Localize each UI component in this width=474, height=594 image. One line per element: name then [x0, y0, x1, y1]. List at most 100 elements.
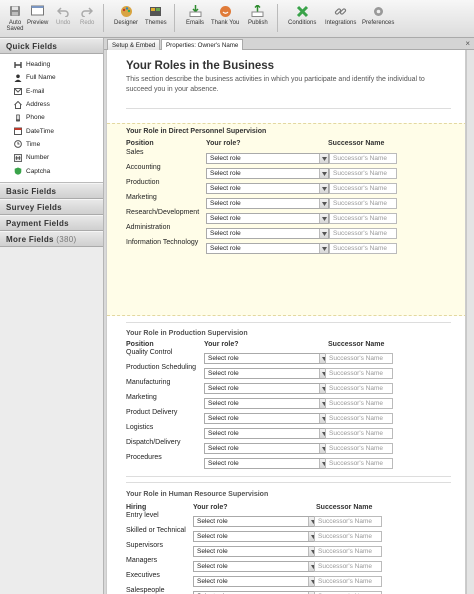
- row-label: Product Delivery: [126, 409, 178, 416]
- successor-name-input[interactable]: Successor's Name: [325, 353, 393, 364]
- chevron-down-icon[interactable]: [319, 214, 328, 223]
- successor-name-input[interactable]: Successor's Name: [329, 243, 397, 254]
- successor-name-input[interactable]: Successor's Name: [314, 516, 382, 527]
- role-select[interactable]: Select role: [204, 398, 329, 409]
- successor-name-input[interactable]: Successor's Name: [325, 458, 393, 469]
- role-select-value: Select role: [208, 460, 239, 467]
- form-section: Your Role in Direct Personnel Supervisio…: [107, 123, 465, 316]
- column-header-position: Position: [126, 341, 154, 348]
- integrations-label: Integrations: [325, 20, 357, 26]
- successor-placeholder: Successor's Name: [329, 445, 383, 452]
- more-fields-count: (380): [56, 234, 77, 244]
- role-select[interactable]: Select role: [204, 443, 329, 454]
- successor-name-input[interactable]: Successor's Name: [329, 213, 397, 224]
- basic-fields-header[interactable]: Basic Fields: [0, 182, 103, 199]
- sidebar-item-label: Heading: [26, 61, 51, 69]
- role-select[interactable]: Select role: [193, 561, 318, 572]
- successor-name-input[interactable]: Successor's Name: [325, 443, 393, 454]
- thank-you-button[interactable]: Thank You: [211, 4, 239, 26]
- integrations-button[interactable]: Integrations: [325, 4, 356, 26]
- role-select[interactable]: Select role: [193, 531, 318, 542]
- chevron-down-icon[interactable]: [319, 184, 328, 193]
- column-header-successor: Successor Name: [328, 341, 385, 348]
- sidebar-item-phone[interactable]: Phone: [0, 111, 103, 124]
- successor-name-input[interactable]: Successor's Name: [314, 576, 382, 587]
- role-select[interactable]: Select role: [204, 428, 329, 439]
- sidebar-item-email[interactable]: E-mail: [0, 85, 103, 98]
- role-select[interactable]: Select role: [206, 168, 329, 179]
- role-select[interactable]: Select role: [193, 516, 318, 527]
- role-select[interactable]: Select role: [206, 153, 329, 164]
- successor-name-input[interactable]: Successor's Name: [329, 198, 397, 209]
- chevron-down-icon[interactable]: [319, 244, 328, 253]
- role-select-value: Select role: [197, 518, 228, 525]
- quick-fields-header[interactable]: Quick Fields: [0, 38, 103, 54]
- successor-name-input[interactable]: Successor's Name: [314, 546, 382, 557]
- themes-button[interactable]: Themes: [145, 4, 167, 26]
- successor-name-input[interactable]: Successor's Name: [325, 413, 393, 424]
- successor-name-input[interactable]: Successor's Name: [325, 383, 393, 394]
- sidebar-item-address[interactable]: Address: [0, 98, 103, 111]
- successor-name-input[interactable]: Successor's Name: [329, 168, 397, 179]
- row-label: Production Scheduling: [126, 364, 197, 371]
- role-select[interactable]: Select role: [206, 198, 329, 209]
- email-icon: [188, 4, 202, 18]
- undo-button[interactable]: Undo: [56, 4, 70, 26]
- tab-setup-embed[interactable]: Setup & Embed: [107, 39, 161, 50]
- role-select[interactable]: Select role: [206, 183, 329, 194]
- role-select[interactable]: Select role: [204, 458, 329, 469]
- successor-name-input[interactable]: Successor's Name: [329, 183, 397, 194]
- successor-name-input[interactable]: Successor's Name: [314, 531, 382, 542]
- role-select[interactable]: Select role: [193, 576, 318, 587]
- successor-name-input[interactable]: Successor's Name: [325, 398, 393, 409]
- close-icon[interactable]: ×: [465, 39, 470, 48]
- undo-label: Undo: [56, 20, 71, 26]
- role-select-value: Select role: [197, 548, 228, 555]
- successor-name-input[interactable]: Successor's Name: [329, 153, 397, 164]
- role-select-value: Select role: [197, 578, 228, 585]
- tab-properties[interactable]: Properties: Owner's Name: [161, 39, 244, 50]
- conditions-button[interactable]: Conditions: [288, 4, 316, 26]
- role-select[interactable]: Select role: [204, 383, 329, 394]
- emails-button[interactable]: Emails: [186, 4, 204, 26]
- successor-name-input[interactable]: Successor's Name: [325, 428, 393, 439]
- successor-name-input[interactable]: Successor's Name: [325, 368, 393, 379]
- designer-button[interactable]: Designer: [114, 4, 138, 26]
- sidebar-item-label: Captcha: [26, 167, 51, 175]
- palette-icon: [119, 4, 133, 18]
- successor-name-input[interactable]: Successor's Name: [329, 228, 397, 239]
- row-label: Manufacturing: [126, 379, 171, 386]
- sidebar-item-datetime[interactable]: DateTime: [0, 124, 103, 137]
- form-section: Your Role in Human Resource Supervision H…: [107, 490, 465, 594]
- sidebar-item-captcha[interactable]: Captcha: [0, 164, 103, 177]
- chevron-down-icon[interactable]: [319, 169, 328, 178]
- role-select[interactable]: Select role: [206, 228, 329, 239]
- sidebar-item-time[interactable]: Time: [0, 138, 103, 151]
- sidebar-item-label: Number: [26, 154, 50, 162]
- role-select[interactable]: Select role: [193, 546, 318, 557]
- auto-saved-button[interactable]: Auto Saved: [4, 4, 26, 32]
- chevron-down-icon[interactable]: [319, 229, 328, 238]
- sidebar-item-heading[interactable]: Heading: [0, 58, 103, 71]
- sidebar-item-label: Address: [26, 101, 50, 109]
- sidebar-item-full-name[interactable]: Full Name: [0, 71, 103, 84]
- address-icon: [13, 100, 22, 109]
- survey-fields-header[interactable]: Survey Fields: [0, 198, 103, 215]
- sidebar-item-number[interactable]: Number: [0, 151, 103, 164]
- publish-button[interactable]: Publish: [248, 4, 268, 26]
- payment-fields-header[interactable]: Payment Fields: [0, 214, 103, 231]
- role-select[interactable]: Select role: [204, 413, 329, 424]
- role-select-value: Select role: [210, 185, 241, 192]
- chevron-down-icon[interactable]: [319, 199, 328, 208]
- role-select[interactable]: Select role: [204, 353, 329, 364]
- form-scrollbar[interactable]: [466, 50, 474, 594]
- chevron-down-icon[interactable]: [319, 154, 328, 163]
- redo-button[interactable]: Redo: [80, 4, 94, 26]
- preferences-button[interactable]: Preferences: [362, 4, 394, 26]
- role-select[interactable]: Select role: [206, 243, 329, 254]
- preview-button[interactable]: Preview: [27, 4, 48, 26]
- more-fields-header[interactable]: More Fields (380): [0, 230, 103, 247]
- successor-name-input[interactable]: Successor's Name: [314, 561, 382, 572]
- role-select[interactable]: Select role: [204, 368, 329, 379]
- role-select[interactable]: Select role: [206, 213, 329, 224]
